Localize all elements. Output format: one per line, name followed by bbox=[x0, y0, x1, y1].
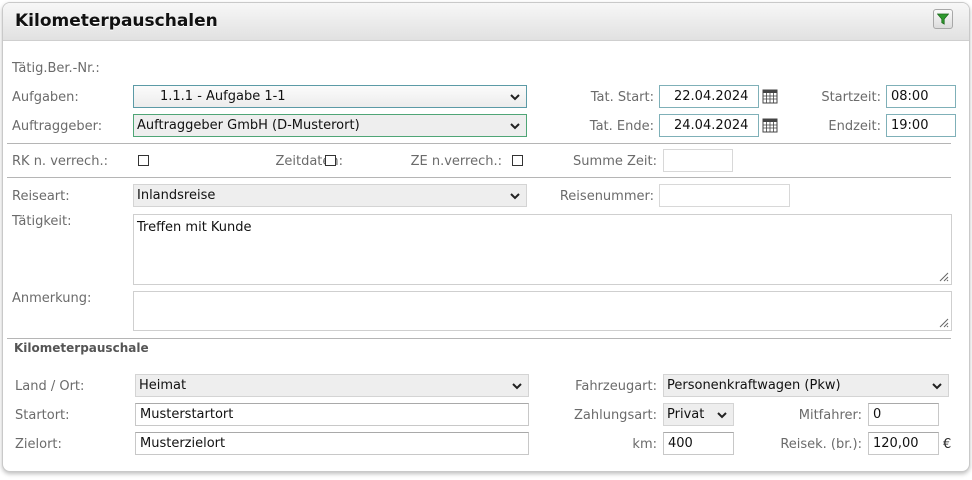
label-rk-verrech: RK n. verrech.: bbox=[12, 154, 108, 169]
label-zahlungsart: Zahlungsart: bbox=[573, 408, 657, 423]
aufgaben-select[interactable]: 1.1.1 - Aufgabe 1-1 bbox=[133, 85, 527, 108]
label-tat-start: Tat. Start: bbox=[590, 90, 654, 105]
label-taetig-ber-nr: Tätig.Ber.-Nr.: bbox=[12, 61, 100, 76]
reisenummer-input[interactable] bbox=[659, 184, 790, 207]
label-zielort: Zielort: bbox=[15, 437, 62, 452]
reiseart-select[interactable]: Inlandsreise bbox=[133, 184, 527, 207]
page-title: Kilometerpauschalen bbox=[15, 11, 218, 31]
resize-grip-icon[interactable] bbox=[937, 316, 949, 328]
label-mitfahrer: Mitfahrer: bbox=[798, 408, 862, 423]
currency-symbol: € bbox=[943, 437, 952, 452]
mitfahrer-input[interactable]: 0 bbox=[868, 403, 939, 426]
anmerkung-textarea[interactable] bbox=[133, 291, 952, 331]
chevron-down-icon bbox=[510, 123, 520, 130]
zielort-input[interactable]: Musterzielort bbox=[135, 432, 529, 455]
land-ort-value: Heimat bbox=[139, 378, 187, 393]
chevron-down-icon bbox=[512, 383, 522, 390]
taetigkeit-value: Treffen mit Kunde bbox=[137, 220, 252, 235]
label-fahrzeugart: Fahrzeugart: bbox=[575, 379, 657, 394]
startort-input[interactable]: Musterstartort bbox=[135, 403, 529, 426]
chevron-down-icon bbox=[510, 193, 520, 200]
label-aufgaben: Aufgaben: bbox=[12, 90, 79, 105]
chevron-down-icon bbox=[510, 94, 520, 101]
resize-grip-icon[interactable] bbox=[937, 270, 949, 282]
section-title-kilometerpauschale: Kilometerpauschale bbox=[14, 341, 149, 355]
label-reisek: Reisek. (br.): bbox=[780, 437, 862, 452]
label-auftraggeber: Auftraggeber: bbox=[12, 119, 103, 134]
km-input[interactable]: 400 bbox=[663, 432, 734, 455]
reisek-input[interactable]: 120,00 bbox=[868, 432, 939, 455]
calendar-icon[interactable] bbox=[762, 117, 778, 133]
tat-ende-input[interactable]: 24.04.2024 bbox=[659, 114, 759, 137]
label-anmerkung: Anmerkung: bbox=[12, 291, 92, 306]
funnel-filter-icon bbox=[937, 13, 949, 25]
auftraggeber-value: Auftraggeber GmbH (D-Musterort) bbox=[137, 118, 360, 133]
label-summe-zeit: Summe Zeit: bbox=[573, 154, 657, 169]
rk-verrech-checkbox[interactable] bbox=[138, 155, 149, 166]
label-endzeit: Endzeit: bbox=[828, 119, 881, 134]
label-reisenummer: Reisenummer: bbox=[559, 189, 654, 204]
endzeit-input[interactable]: 19:00 bbox=[886, 114, 956, 137]
zahlungsart-select[interactable]: Privat bbox=[663, 403, 734, 426]
panel-header: Kilometerpauschalen bbox=[3, 3, 969, 41]
divider bbox=[7, 177, 951, 178]
chevron-down-icon bbox=[717, 412, 727, 419]
land-ort-select[interactable]: Heimat bbox=[135, 374, 529, 397]
calendar-icon[interactable] bbox=[762, 88, 778, 104]
filter-button[interactable] bbox=[933, 9, 953, 29]
label-tat-ende: Tat. Ende: bbox=[589, 119, 654, 134]
fahrzeugart-select[interactable]: Personenkraftwagen (Pkw) bbox=[663, 374, 949, 397]
reiseart-value: Inlandsreise bbox=[137, 188, 216, 203]
aufgaben-value: 1.1.1 - Aufgabe 1-1 bbox=[160, 89, 286, 104]
label-ze-verrech: ZE n.verrech.: bbox=[410, 154, 502, 169]
zahlungsart-value: Privat bbox=[667, 407, 705, 422]
chevron-down-icon bbox=[932, 383, 942, 390]
label-startort: Startort: bbox=[15, 408, 70, 423]
label-km: km: bbox=[632, 437, 657, 452]
divider bbox=[7, 143, 951, 144]
zeitdaten-checkbox[interactable] bbox=[325, 155, 336, 166]
startzeit-input[interactable]: 08:00 bbox=[886, 85, 956, 108]
label-taetigkeit: Tätigkeit: bbox=[12, 214, 72, 229]
auftraggeber-select[interactable]: Auftraggeber GmbH (D-Musterort) bbox=[133, 114, 527, 137]
taetigkeit-textarea[interactable]: Treffen mit Kunde bbox=[133, 214, 952, 285]
summe-zeit-input[interactable] bbox=[663, 149, 733, 172]
fahrzeugart-value: Personenkraftwagen (Pkw) bbox=[667, 378, 841, 393]
ze-verrech-checkbox[interactable] bbox=[512, 155, 523, 166]
label-land-ort: Land / Ort: bbox=[15, 379, 85, 394]
label-reiseart: Reiseart: bbox=[12, 189, 70, 204]
tat-start-input[interactable]: 22.04.2024 bbox=[659, 85, 759, 108]
label-startzeit: Startzeit: bbox=[821, 90, 881, 105]
divider bbox=[7, 338, 951, 339]
